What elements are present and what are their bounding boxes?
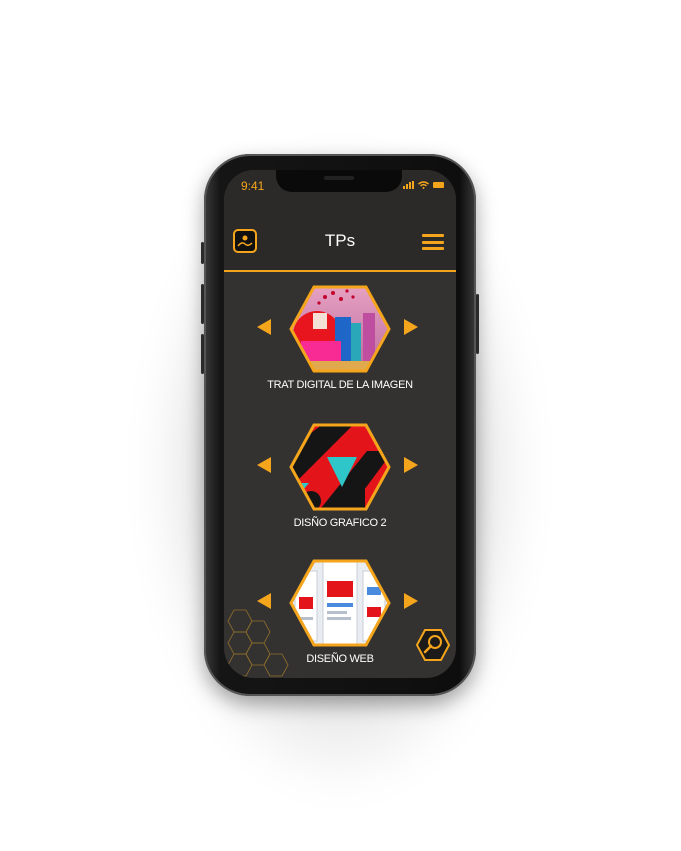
honeycomb-decoration bbox=[227, 609, 289, 677]
volume-up-button bbox=[201, 284, 204, 324]
status-bar: 9:41 bbox=[224, 170, 456, 212]
arrow-right-icon[interactable] bbox=[404, 457, 418, 473]
search-icon bbox=[415, 629, 451, 661]
arrow-left-icon[interactable] bbox=[257, 319, 271, 335]
system-icons bbox=[403, 181, 444, 189]
project-card-trat-digital[interactable]: TRAT DIGITAL DE LA IMAGEN bbox=[224, 283, 456, 403]
search-button[interactable] bbox=[415, 628, 451, 662]
arrow-right-icon[interactable] bbox=[404, 319, 418, 335]
battery-icon bbox=[433, 182, 444, 188]
app-screen: 9:41 TPs TRAT DIGITAL DE LA IMAGEN DISÑO… bbox=[224, 170, 456, 678]
project-card-diseno-grafico[interactable]: DISÑO GRAFICO 2 bbox=[224, 421, 456, 541]
power-button bbox=[476, 294, 479, 354]
project-label: TRAT DIGITAL DE LA IMAGEN bbox=[267, 379, 413, 391]
project-label: DISÑO GRAFICO 2 bbox=[293, 517, 387, 529]
project-thumbnail[interactable] bbox=[287, 283, 393, 375]
signal-icon bbox=[403, 181, 414, 189]
speaker bbox=[324, 176, 354, 180]
volume-down-button bbox=[201, 334, 204, 374]
menu-icon[interactable] bbox=[422, 234, 444, 250]
notch bbox=[276, 170, 402, 192]
arrow-left-icon[interactable] bbox=[257, 457, 271, 473]
mute-switch bbox=[201, 242, 204, 264]
app-header: TPs bbox=[224, 212, 456, 272]
project-thumbnail[interactable] bbox=[287, 421, 393, 513]
arrow-right-icon[interactable] bbox=[404, 593, 418, 609]
status-time: 9:41 bbox=[241, 179, 265, 193]
wifi-icon bbox=[418, 181, 429, 189]
